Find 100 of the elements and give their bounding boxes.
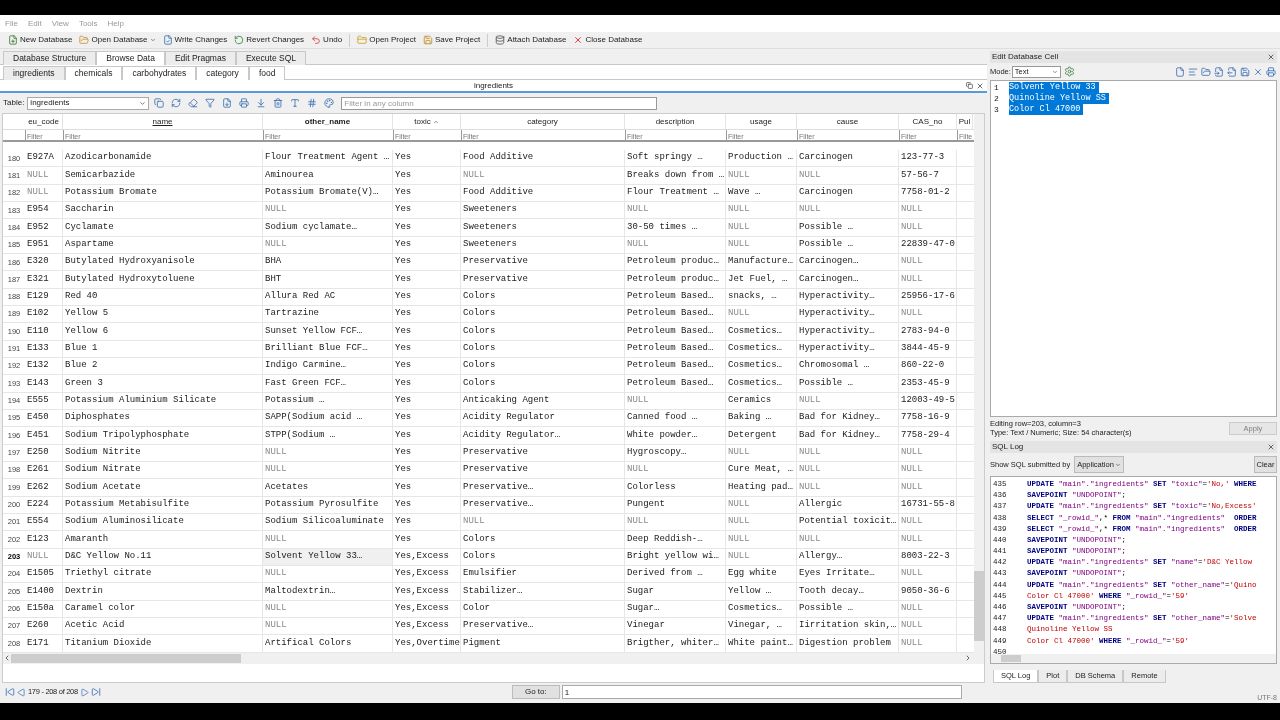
column-header[interactable]: CAS_no — [899, 114, 957, 129]
table-cell[interactable]: Preservative… — [461, 479, 625, 496]
table-cell[interactable]: Emulsifier — [461, 565, 625, 583]
table-cell[interactable]: Derived from … — [625, 565, 726, 583]
table-cell[interactable]: Yes — [393, 184, 461, 201]
table-cell[interactable]: Hyperactivity… — [797, 340, 899, 357]
column-header[interactable]: toxic — [393, 114, 461, 129]
table-cell[interactable]: Sweeteners — [461, 236, 625, 253]
table-cell[interactable]: NULL — [625, 236, 726, 253]
table-cell[interactable]: Yes — [393, 427, 461, 444]
table-cell[interactable]: NULL — [726, 444, 797, 461]
copy-icon[interactable] — [154, 98, 165, 108]
table-cell[interactable]: Allura Red AC — [263, 288, 393, 305]
table-cell[interactable]: Artifical Colors — [263, 635, 393, 652]
save-icon[interactable] — [1240, 66, 1250, 77]
table-cell[interactable]: 3844-45-9 — [899, 340, 957, 357]
column-header[interactable]: category — [461, 114, 625, 129]
table-cell[interactable]: Possible … — [797, 219, 899, 236]
table-cell[interactable]: E321 — [25, 271, 63, 288]
table-cell[interactable]: NULL — [797, 531, 899, 548]
table-cell[interactable]: Hyperactivity… — [797, 323, 899, 340]
table-cell[interactable]: Hyperactivity… — [797, 305, 899, 323]
number-format-icon[interactable] — [307, 98, 318, 108]
tab[interactable]: food — [248, 66, 286, 80]
table-cell[interactable]: 7758-16-9 — [899, 409, 957, 427]
text-align-icon[interactable] — [1188, 66, 1198, 77]
table-cell[interactable]: Possible … — [797, 236, 899, 253]
table-cell[interactable]: Colors — [461, 357, 625, 375]
scroll-right-icon[interactable] — [964, 654, 972, 662]
document-icon[interactable] — [1175, 66, 1185, 77]
column-header[interactable]: Pul — [957, 114, 973, 129]
table-cell[interactable]: E262 — [25, 479, 63, 496]
table-cell[interactable]: Jet Fuel, … — [726, 271, 797, 288]
table-cell[interactable]: Yellow 6 — [63, 323, 263, 340]
table-cell[interactable]: Yes — [393, 409, 461, 427]
table-cell[interactable]: NULL — [726, 496, 797, 513]
table-cell[interactable]: E150a — [25, 600, 63, 617]
table-cell[interactable]: Colors — [461, 548, 625, 565]
table-cell[interactable]: E1400 — [25, 583, 63, 600]
table-cell[interactable]: NULL — [899, 565, 957, 583]
refresh-icon[interactable] — [171, 98, 182, 108]
table-cell[interactable]: NULL — [899, 202, 957, 219]
table-cell[interactable]: NULL — [899, 479, 957, 496]
sql-log-editor[interactable] — [990, 476, 1277, 664]
table-cell[interactable]: Preservative — [461, 271, 625, 288]
table-cell[interactable]: E102 — [25, 305, 63, 323]
close-icon[interactable] — [1267, 443, 1275, 451]
close-icon[interactable] — [1267, 53, 1275, 61]
table-cell[interactable]: Yes — [393, 392, 461, 409]
table-cell[interactable]: Yes,Excess — [393, 600, 461, 617]
table-cell[interactable]: White paint… — [726, 635, 797, 652]
table-cell[interactable]: NULL — [625, 461, 726, 479]
toolbar-button[interactable]: New Database — [6, 32, 75, 48]
table-cell[interactable]: STPP(Sodium … — [263, 427, 393, 444]
table-cell[interactable]: Egg white — [726, 565, 797, 583]
table-cell[interactable]: E132 — [25, 357, 63, 375]
table-cell[interactable]: Yes,Excess — [393, 548, 461, 565]
table-cell[interactable]: Cosmetics… — [726, 375, 797, 392]
table-cell[interactable]: E450 — [25, 409, 63, 427]
table-cell[interactable]: Potential toxicit… — [797, 513, 899, 531]
table-cell[interactable]: Yes — [393, 340, 461, 357]
previous-page-icon[interactable] — [17, 687, 26, 697]
last-page-icon[interactable] — [90, 687, 101, 697]
table-cell[interactable]: NULL — [263, 444, 393, 461]
table-cell[interactable]: Titanium Dioxide — [63, 635, 263, 652]
table-cell[interactable]: Carcinogen… — [797, 271, 899, 288]
table-cell[interactable]: White powder… — [625, 427, 726, 444]
table-cell[interactable]: Yes,Excess — [393, 617, 461, 635]
table-cell[interactable]: Yellow … — [726, 583, 797, 600]
table-cell[interactable]: Petroleum Based… — [625, 375, 726, 392]
table-cell[interactable]: NULL — [726, 513, 797, 531]
table-cell[interactable]: NULL — [726, 531, 797, 548]
table-cell[interactable]: E133 — [25, 340, 63, 357]
table-cell[interactable]: Carcinogen — [797, 150, 899, 167]
table-cell[interactable]: Bright yellow wi… — [625, 548, 726, 565]
table-cell[interactable]: Pungent — [625, 496, 726, 513]
table-cell[interactable]: Caramel color — [63, 600, 263, 617]
table-cell[interactable]: NULL — [899, 305, 957, 323]
table-cell[interactable]: Production … — [726, 150, 797, 167]
table-cell[interactable]: NULL — [899, 271, 957, 288]
table-cell[interactable]: Blue 2 — [63, 357, 263, 375]
table-cell[interactable]: Cure Meat, … — [726, 461, 797, 479]
table-cell[interactable]: Sweeteners — [461, 202, 625, 219]
table-cell[interactable]: Sunset Yellow FCF… — [263, 323, 393, 340]
table-cell[interactable]: Sodium Silicoaluminate — [263, 513, 393, 531]
table-cell[interactable]: Indigo Carmine… — [263, 357, 393, 375]
table-cell[interactable]: E554 — [25, 513, 63, 531]
table-cell[interactable]: NULL — [797, 461, 899, 479]
table-cell[interactable]: Acidity Regulator — [461, 409, 625, 427]
table-cell[interactable]: Flour Treatment … — [625, 184, 726, 201]
table-cell[interactable]: NULL — [797, 479, 899, 496]
table-cell[interactable]: E951 — [25, 236, 63, 253]
table-cell[interactable]: Hyperactivity… — [797, 288, 899, 305]
table-cell[interactable]: E129 — [25, 288, 63, 305]
table-cell[interactable]: NULL — [263, 236, 393, 253]
table-cell[interactable]: Cosmetics… — [726, 600, 797, 617]
table-cell[interactable]: Colors — [461, 323, 625, 340]
toolbar-button[interactable]: Open Project — [355, 32, 418, 48]
table-cell[interactable]: Tooth decay… — [797, 583, 899, 600]
vertical-scrollbar[interactable] — [974, 114, 984, 653]
